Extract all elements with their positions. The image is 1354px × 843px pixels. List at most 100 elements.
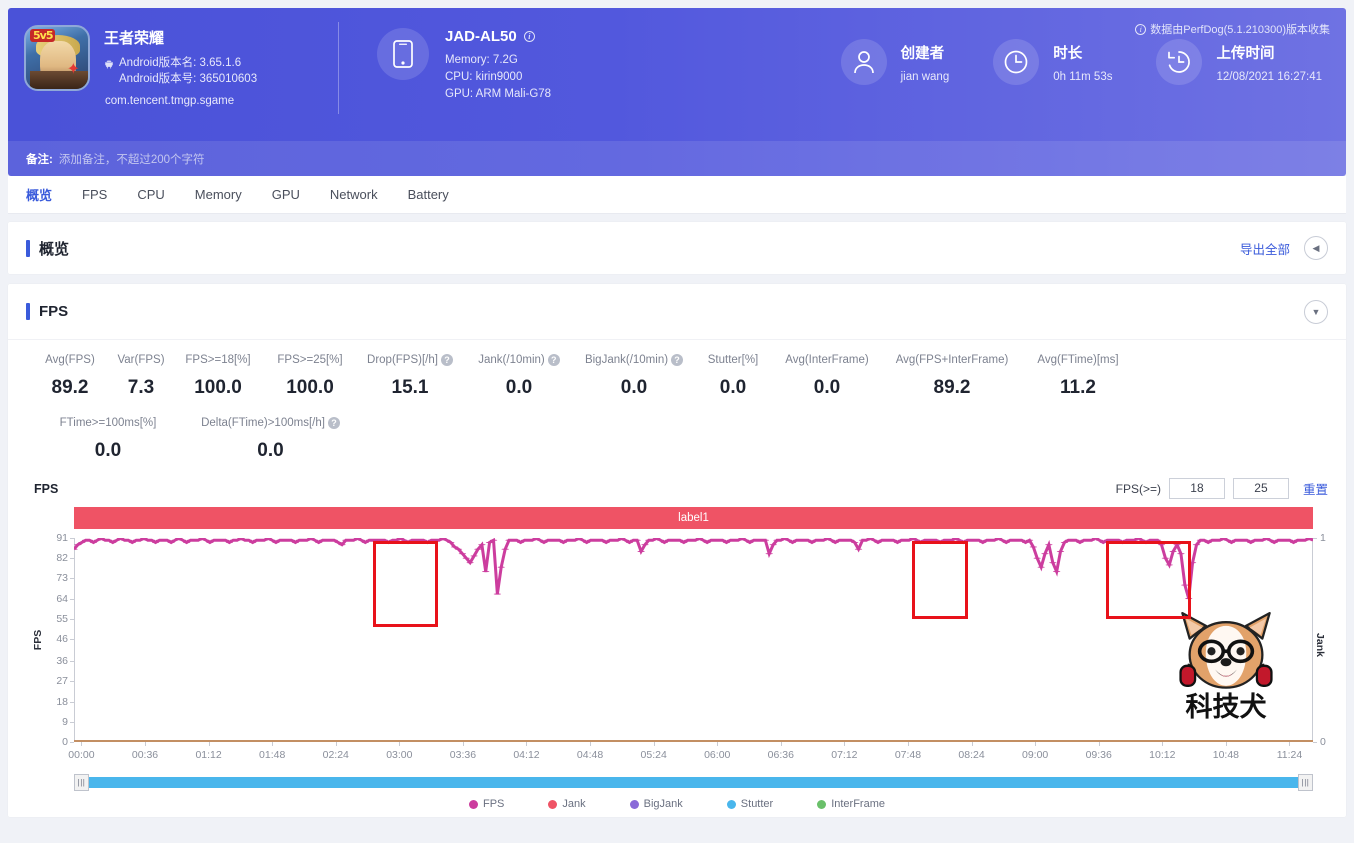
x-tick-mark [526,742,527,746]
help-icon[interactable]: ? [548,354,560,366]
x-tick-mark [972,742,973,746]
metric-value: 0.0 [506,377,532,399]
session-meta-group: 创建者 jian wang 时长 0h 11m 53s [797,8,1346,85]
metric-value: 100.0 [286,377,334,399]
x-tick-label: 06:36 [768,749,794,761]
metric-value: 0.0 [814,377,840,399]
remark-bar[interactable]: 备注: 添加备注，不超过200个字符 [8,141,1346,176]
session-header: i 数据由PerfDog(5.1.210300)版本收集 5v5 ✦ 王者荣耀 … [8,8,1346,176]
x-tick-mark [1035,742,1036,746]
metric-label: BigJank(/10min)? [585,354,683,366]
metric-jank-10min: Jank(/10min)?0.0 [464,354,574,399]
x-tick-label: 01:48 [259,749,285,761]
overview-card-head: 概览 导出全部 ◀ [8,222,1346,274]
scrollbar-handle-right[interactable]: ||| [1298,774,1313,791]
annotation-box [912,541,969,619]
tab-battery[interactable]: Battery [408,187,449,202]
app-icon-badge: 5v5 [30,29,55,42]
metric-value: 0.0 [257,440,283,462]
metric-delta-ftime-100ms-h: Delta(FTime)>100ms[/h]? 0.0 [178,417,363,462]
help-icon[interactable]: ? [671,354,683,366]
legend-item[interactable]: InterFrame [817,798,885,810]
y-tick-mark [70,702,74,703]
y2-tick-label: 0 [1320,736,1326,748]
legend-color-dot [727,800,736,809]
metric-value: 100.0 [194,377,242,399]
x-tick-mark [336,742,337,746]
legend-label: Stutter [741,798,773,810]
history-icon [1156,39,1202,85]
x-tick-mark [145,742,146,746]
y2-tick-mark [1313,742,1317,743]
x-tick-mark [463,742,464,746]
legend-item[interactable]: BigJank [630,798,683,810]
metric-value: 15.1 [392,377,429,399]
metric-label: Avg(FPS) [45,354,95,366]
remark-label: 备注: [26,151,53,167]
legend-item[interactable]: Stutter [727,798,773,810]
fps-card: FPS ▼ Avg(FPS)89.2Var(FPS)7.3FPS>=18[%]1… [8,284,1346,817]
metric-avg-ftime-ms: Avg(FTime)[ms] 11.2 [1022,354,1134,399]
chevron-left-icon[interactable]: ◀ [1304,236,1328,260]
tab-fps[interactable]: FPS [82,187,107,202]
x-tick-mark [590,742,591,746]
scrollbar-track[interactable] [74,777,1313,788]
legend-item[interactable]: FPS [469,798,504,810]
tab-memory[interactable]: Memory [195,187,242,202]
tab-gpu[interactable]: GPU [272,187,300,202]
tab-network[interactable]: Network [330,187,378,202]
y-tick-label: 55 [56,613,68,625]
x-tick-label: 11:24 [1277,749,1303,761]
y-tick-mark [70,619,74,620]
chart-time-scrollbar[interactable]: ||| ||| [22,774,1332,790]
app-info-block: 5v5 ✦ 王者荣耀 Android版本名: 3.65.1.6 Android版… [8,8,338,107]
reset-link[interactable]: 重置 [1303,479,1328,498]
title-accent-bar [26,240,30,257]
y-tick-label: 82 [56,552,68,564]
y-tick-label: 91 [56,532,68,544]
metric-fps-25: FPS>=25[%]100.0 [264,354,356,399]
metric-fps-18: FPS>=18[%]100.0 [172,354,264,399]
y-tick-mark [70,681,74,682]
metric-label: Avg(FPS+InterFrame) [896,354,1009,366]
x-tick-mark [1162,742,1163,746]
y-tick-label: 36 [56,655,68,667]
export-all-link[interactable]: 导出全部 [1240,239,1290,258]
fps-plot-area[interactable]: 科技犬 091827364655647382910100:0000:3601:1… [74,538,1313,742]
fps-card-head: FPS ▼ [8,284,1346,340]
remark-input[interactable]: 添加备注，不超过200个字符 [59,151,205,167]
device-info-icon[interactable]: i [524,31,535,42]
phone-icon [377,28,429,80]
app-package-name: com.tencent.tmgp.sgame [105,95,257,107]
x-tick-mark [1289,742,1290,746]
y-tick-label: 18 [56,696,68,708]
info-icon: i [1135,24,1146,35]
fps-chart-head: FPS FPS(>=) 18 25 重置 [8,462,1346,499]
main-tabbar: 概览 FPS CPU Memory GPU Network Battery [8,176,1346,214]
metric-label: Delta(FTime)>100ms[/h]? [201,417,340,429]
legend-color-dot [469,800,478,809]
collect-version-note: i 数据由PerfDog(5.1.210300)版本收集 [1135,21,1330,37]
y2-tick-label: 1 [1320,532,1326,544]
x-tick-label: 01:12 [195,749,221,761]
fps-threshold-1-input[interactable]: 18 [1169,478,1225,499]
x-tick-mark [272,742,273,746]
label-band: label1 [74,507,1313,529]
scrollbar-handle-left[interactable]: ||| [74,774,89,791]
legend-label: InterFrame [831,798,885,810]
legend-item[interactable]: Jank [548,798,585,810]
metric-label: Avg(FTime)[ms] [1037,354,1118,366]
tab-cpu[interactable]: CPU [137,187,164,202]
x-tick-mark [717,742,718,746]
chevron-down-icon[interactable]: ▼ [1304,300,1328,324]
x-tick-mark [654,742,655,746]
metric-value: 11.2 [1060,377,1096,399]
x-tick-mark [1099,742,1100,746]
help-icon[interactable]: ? [328,417,340,429]
fps-threshold-2-input[interactable]: 25 [1233,478,1289,499]
android-icon [104,59,114,69]
help-icon[interactable]: ? [441,354,453,366]
y-tick-label: 46 [56,633,68,645]
meta-duration-value: 0h 11m 53s [1053,71,1112,83]
tab-overview[interactable]: 概览 [26,185,52,204]
